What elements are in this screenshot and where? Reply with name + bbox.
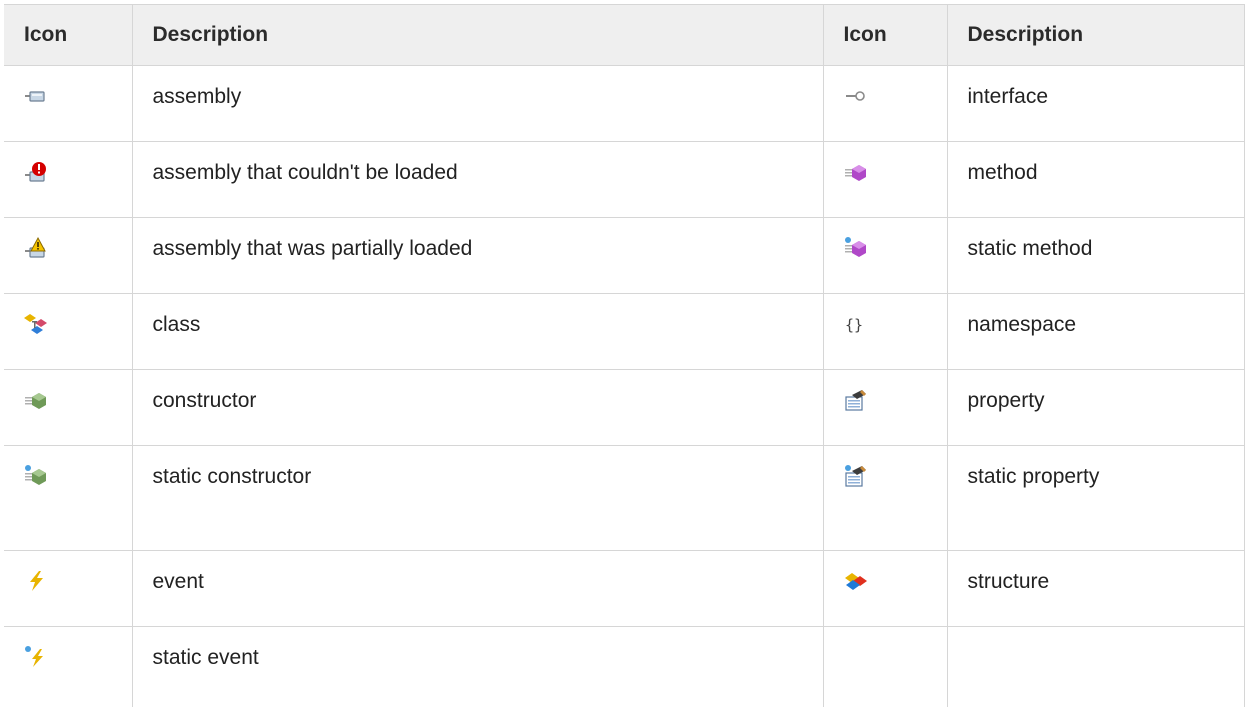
property-icon xyxy=(844,388,868,412)
table-row: event structure xyxy=(4,550,1245,627)
description-cell: interface xyxy=(947,65,1245,142)
icon-cell xyxy=(823,445,948,551)
icon-cell xyxy=(4,550,133,627)
namespace-icon: {} xyxy=(844,312,868,336)
description-cell: assembly that couldn't be loaded xyxy=(132,141,824,218)
empty-icon-cell xyxy=(823,626,948,707)
table-row: static event xyxy=(4,626,1245,707)
table-row: class {} namespace xyxy=(4,293,1245,370)
icon-cell xyxy=(823,141,948,218)
class-icon xyxy=(24,312,48,336)
description-text: static property xyxy=(967,465,1100,488)
description-cell: event xyxy=(132,550,824,627)
table-row: static constructor static property xyxy=(4,445,1245,551)
header-icon-2: Icon xyxy=(823,4,948,66)
description-cell: assembly xyxy=(132,65,824,142)
svg-text:{}: {} xyxy=(845,316,863,334)
table-row: constructor property xyxy=(4,369,1245,446)
interface-icon xyxy=(844,84,868,108)
description-cell: class xyxy=(132,293,824,370)
icon-cell xyxy=(823,369,948,446)
icon-cell: {} xyxy=(823,293,948,370)
assembly-icon xyxy=(24,84,48,108)
assembly-warning-icon xyxy=(24,236,48,260)
icon-legend-table: Icon Description Icon Description assemb… xyxy=(4,4,1245,707)
icon-cell xyxy=(4,445,133,551)
icon-cell xyxy=(4,141,133,218)
description-cell: static event xyxy=(132,626,824,707)
header-icon-1: Icon xyxy=(4,4,133,66)
static-constructor-icon xyxy=(24,464,48,488)
static-property-icon xyxy=(844,464,868,488)
empty-description-cell xyxy=(947,626,1245,707)
event-icon xyxy=(24,569,48,593)
icon-cell xyxy=(823,550,948,627)
table-row: assembly that was partially loaded stati… xyxy=(4,217,1245,294)
static-method-icon xyxy=(844,236,868,260)
table-row: assembly interface xyxy=(4,65,1245,142)
header-description-1: Description xyxy=(132,4,824,66)
description-cell: structure xyxy=(947,550,1245,627)
icon-cell xyxy=(823,217,948,294)
static-event-icon xyxy=(24,645,48,669)
icon-cell xyxy=(4,626,133,707)
constructor-icon xyxy=(24,388,48,412)
method-icon xyxy=(844,160,868,184)
table-row: assembly that couldn't be loaded method xyxy=(4,141,1245,218)
description-cell: namespace xyxy=(947,293,1245,370)
description-cell: static property xyxy=(947,445,1245,551)
icon-cell xyxy=(4,65,133,142)
description-cell: constructor xyxy=(132,369,824,446)
header-description-2: Description xyxy=(947,4,1245,66)
assembly-error-icon xyxy=(24,160,48,184)
header-row: Icon Description Icon Description xyxy=(4,4,1245,66)
description-cell: static method xyxy=(947,217,1245,294)
icon-cell xyxy=(4,217,133,294)
description-cell: static constructor xyxy=(132,445,824,551)
description-cell: property xyxy=(947,369,1245,446)
icon-cell xyxy=(4,293,133,370)
description-cell: assembly that was partially loaded xyxy=(132,217,824,294)
description-cell: method xyxy=(947,141,1245,218)
structure-icon xyxy=(844,569,868,593)
icon-cell xyxy=(4,369,133,446)
icon-cell xyxy=(823,65,948,142)
